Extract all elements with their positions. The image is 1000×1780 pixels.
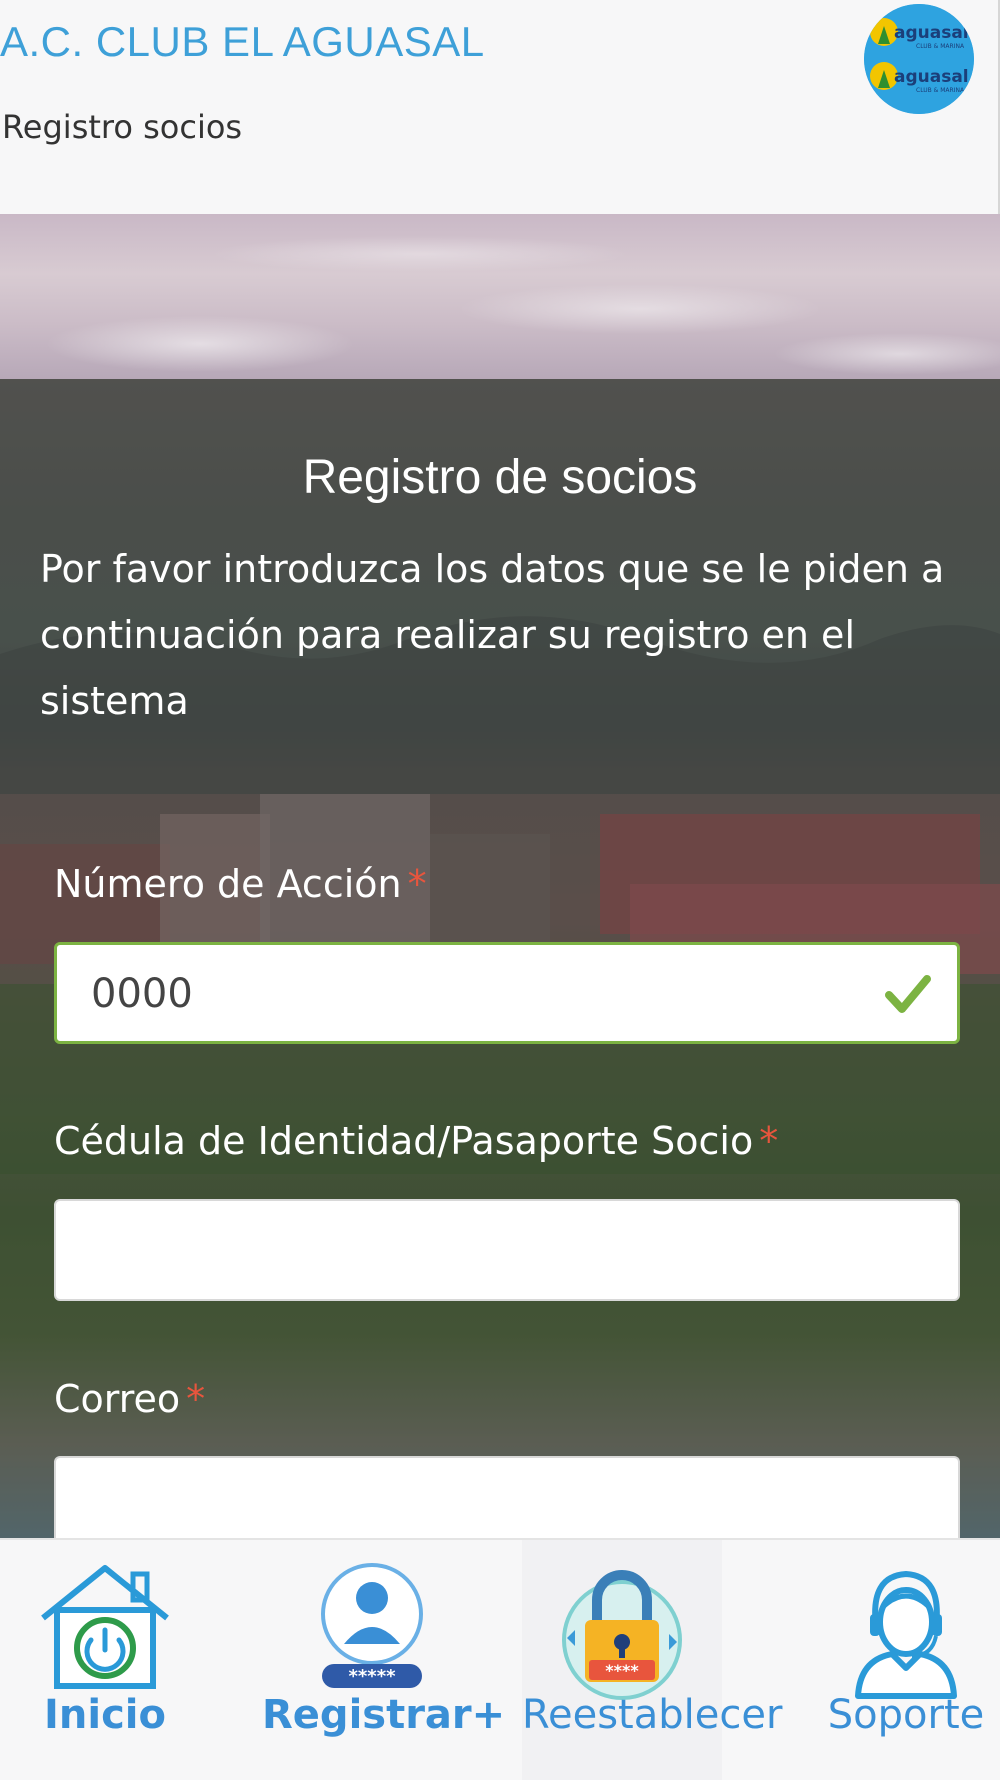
svg-text:****: **** (605, 1661, 639, 1680)
nav-label-inicio: Inicio (44, 1692, 166, 1738)
email-label: Correo * (54, 1377, 205, 1421)
svg-text:*****: ***** (348, 1666, 396, 1687)
app-title: A.C. CLUB EL AGUASAL (0, 18, 485, 65)
id-passport-input[interactable] (54, 1199, 960, 1301)
nav-label-soporte: Soporte (827, 1692, 985, 1738)
club-logo: aguasal CLUB & MARINA aguasal CLUB & MAR… (864, 4, 974, 114)
action-number-input[interactable]: 0000 (54, 942, 960, 1044)
app-header: A.C. CLUB EL AGUASAL Registro socios agu… (0, 0, 1000, 214)
padlock-reset-icon: **** (562, 1570, 682, 1700)
nav-label-reestablecer: Reestablecer (522, 1692, 783, 1738)
action-number-value: 0000 (91, 971, 193, 1017)
required-asterisk: * (407, 862, 427, 906)
user-register-icon: ***** (321, 1563, 423, 1688)
svg-text:CLUB & MARINA: CLUB & MARINA (916, 87, 965, 94)
svg-text:aguasal: aguasal (894, 67, 969, 87)
check-icon (885, 975, 931, 1013)
email-label-text: Correo (54, 1377, 181, 1421)
action-number-label-text: Número de Acción (54, 862, 402, 906)
action-number-label: Número de Acción * (54, 862, 427, 906)
nav-label-registrar: Registrar+ (262, 1692, 506, 1738)
required-asterisk: * (186, 1377, 206, 1421)
svg-text:CLUB & MARINA: CLUB & MARINA (916, 43, 965, 50)
email-input[interactable] (54, 1456, 960, 1538)
svg-text:aguasal: aguasal (894, 23, 969, 43)
id-passport-label: Cédula de Identidad/Pasaporte Socio * (54, 1119, 778, 1163)
nav-item-registrar[interactable]: ***** Registrar+ (262, 1540, 506, 1780)
form-title: Registro de socios (302, 451, 698, 504)
required-asterisk: * (759, 1119, 779, 1163)
home-power-icon (41, 1565, 169, 1689)
support-agent-icon (855, 1570, 957, 1699)
bottom-navigation: Inicio ***** Registrar+ **** Reestablece… (0, 1538, 1000, 1780)
nav-item-soporte[interactable]: Soporte (812, 1540, 1000, 1780)
sky-clouds (0, 214, 1000, 379)
form-description: Por favor introduzca los datos que se le… (40, 547, 945, 723)
nav-item-reestablecer[interactable]: **** Reestablecer (522, 1540, 783, 1780)
page-subtitle: Registro socios (2, 108, 243, 146)
id-passport-label-text: Cédula de Identidad/Pasaporte Socio (54, 1119, 754, 1163)
nav-item-inicio[interactable]: Inicio (0, 1540, 210, 1780)
club-logo-icon: aguasal CLUB & MARINA aguasal CLUB & MAR… (864, 4, 974, 114)
